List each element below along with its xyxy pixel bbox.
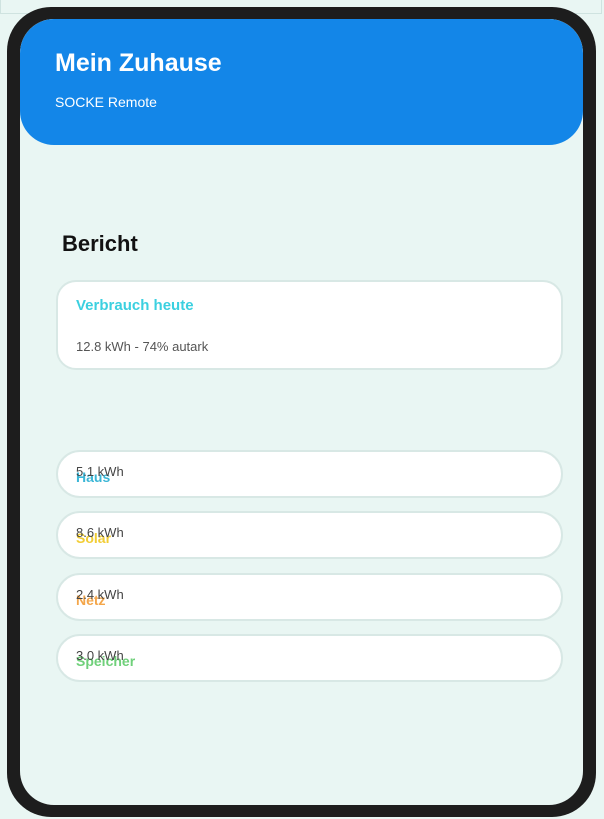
row-value: 2.4 kWh <box>76 587 124 602</box>
app-screen: Mein Zuhause SOCKE Remote Bericht Verbra… <box>20 19 583 805</box>
app-title: Mein Zuhause <box>55 49 222 77</box>
report-section-title: Bericht <box>62 231 138 256</box>
app-subtitle: SOCKE Remote <box>55 94 157 110</box>
energy-row-solar[interactable]: Solar 8.6 kWh <box>56 511 563 559</box>
card-title: Verbrauch heute <box>76 297 194 314</box>
energy-row-speicher[interactable]: Speicher 3.0 kWh <box>56 634 563 682</box>
energy-row-haus[interactable]: Haus 5.1 kWh <box>56 450 563 498</box>
row-value: 5.1 kWh <box>76 464 124 479</box>
card-summary: 12.8 kWh - 74% autark <box>76 339 209 354</box>
energy-row-netz[interactable]: Netz 2.4 kWh <box>56 573 563 621</box>
phone-frame: Mein Zuhause SOCKE Remote Bericht Verbra… <box>7 7 596 817</box>
row-value: 8.6 kWh <box>76 525 124 540</box>
row-value: 3.0 kWh <box>76 648 124 663</box>
consumption-today-card[interactable]: Verbrauch heute 12.8 kWh - 74% autark <box>56 280 563 370</box>
app-header: Mein Zuhause SOCKE Remote <box>20 19 583 145</box>
